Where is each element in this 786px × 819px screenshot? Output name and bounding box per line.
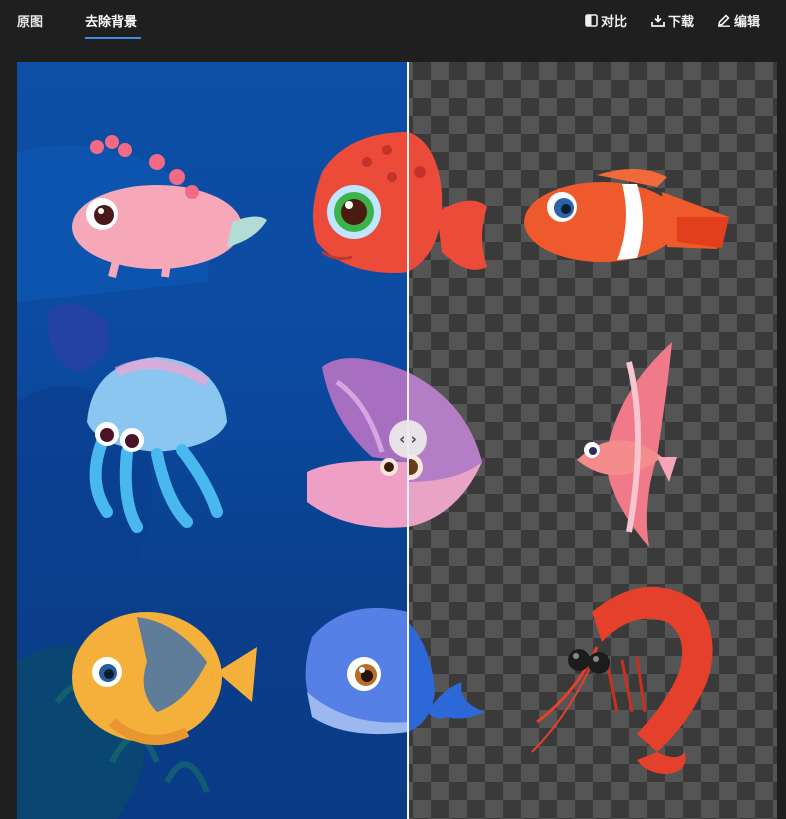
compare-button[interactable]: 对比 xyxy=(585,11,627,30)
edit-label: 编辑 xyxy=(734,15,761,30)
download-button[interactable]: 下载 xyxy=(651,11,694,30)
shrimp xyxy=(531,586,713,774)
puffer-fish xyxy=(313,132,408,273)
edit-button[interactable]: 编辑 xyxy=(717,11,760,30)
puffer-fish-cutout xyxy=(408,132,487,272)
active-tab-indicator xyxy=(85,37,141,39)
top-bar: 原图 去除背景 对比 下载 编辑 xyxy=(0,0,786,46)
clownfish xyxy=(524,168,729,262)
original-image xyxy=(17,62,408,819)
compare-slider-handle[interactable]: ‹ › xyxy=(389,420,427,458)
compare-icon xyxy=(585,14,598,27)
tab-original[interactable]: 原图 xyxy=(17,11,43,30)
tab-remove-background[interactable]: 去除背景 xyxy=(85,11,137,30)
angelfish xyxy=(577,342,677,547)
whale-cutout xyxy=(408,622,485,732)
edit-icon xyxy=(717,14,731,27)
compare-label: 对比 xyxy=(601,15,628,30)
image-compare-viewer[interactable]: ‹ › xyxy=(17,62,777,819)
yellow-fish xyxy=(72,612,257,745)
download-icon xyxy=(651,14,665,27)
download-label: 下载 xyxy=(668,15,695,30)
whale xyxy=(305,607,408,735)
